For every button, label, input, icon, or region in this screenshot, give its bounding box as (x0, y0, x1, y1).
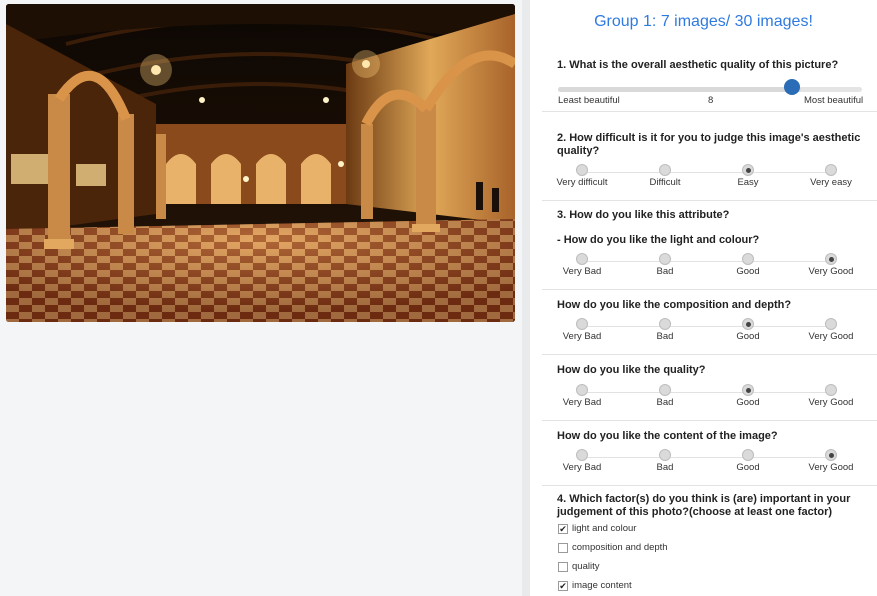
radio-label: Very Bad (562, 331, 602, 342)
radio-option-good[interactable]: Good (708, 384, 788, 408)
radio-option-very-good[interactable]: Very Good (791, 253, 871, 277)
radio-label: Very Good (808, 462, 854, 473)
radio-button[interactable] (659, 384, 671, 396)
survey-photo (6, 4, 515, 322)
radio-button[interactable] (576, 384, 588, 396)
section-divider (542, 111, 877, 112)
content-question: How do you like the content of the image… (557, 430, 778, 442)
slider-min-label: Least beautiful (558, 95, 620, 106)
radio-button[interactable] (576, 318, 588, 330)
checkbox[interactable]: ✔ (558, 524, 568, 534)
radio-option-very-bad[interactable]: Very Bad (542, 253, 622, 277)
radio-option-bad[interactable]: Bad (625, 384, 705, 408)
radio-label: Very difficult (556, 177, 608, 188)
radio-option-very-difficult[interactable]: Very difficult (542, 164, 622, 188)
radio-label: Good (736, 266, 760, 277)
checkbox-label: quality (572, 561, 600, 572)
section-divider (542, 354, 877, 355)
section-divider (542, 485, 877, 486)
radio-option-good[interactable]: Good (708, 318, 788, 342)
radio-button[interactable] (742, 253, 754, 265)
radio-button[interactable] (576, 449, 588, 461)
radio-label: Easy (737, 177, 759, 188)
radio-option-very-good[interactable]: Very Good (791, 318, 871, 342)
radio-button[interactable] (576, 164, 588, 176)
radio-label: Bad (656, 266, 674, 277)
radio-option-good[interactable]: Good (708, 253, 788, 277)
radio-label: Bad (656, 331, 674, 342)
radio-button[interactable] (659, 449, 671, 461)
radio-label: Very Bad (562, 462, 602, 473)
section-divider (542, 420, 877, 421)
checkbox[interactable]: ✔ (558, 581, 568, 591)
radio-button[interactable] (659, 318, 671, 330)
radio-option-very-bad[interactable]: Very Bad (542, 318, 622, 342)
checkbox-label: light and colour (572, 523, 637, 534)
radio-label: Bad (656, 462, 674, 473)
radio-button[interactable] (576, 253, 588, 265)
radio-button[interactable] (825, 164, 837, 176)
light-colour-question: - How do you like the light and colour? (557, 234, 760, 246)
checkbox-label: composition and depth (572, 542, 668, 553)
radio-option-bad[interactable]: Bad (625, 318, 705, 342)
difficulty-radio-group: Very difficult Difficult Easy Very easy (530, 164, 877, 194)
radio-option-very-good[interactable]: Very Good (791, 384, 871, 408)
radio-label: Very Good (808, 266, 854, 277)
quality-radio-group: Very Bad Bad Good Very Good (530, 384, 877, 414)
radio-label: Very Good (808, 331, 854, 342)
radio-option-very-good[interactable]: Very Good (791, 449, 871, 473)
question-4-label: 4. Which factor(s) do you think is (are)… (557, 493, 851, 518)
radio-button[interactable] (742, 318, 754, 330)
checkbox[interactable] (558, 543, 568, 553)
radio-button[interactable] (742, 449, 754, 461)
composition-radio-group: Very Bad Bad Good Very Good (530, 318, 877, 348)
radio-button[interactable] (659, 253, 671, 265)
slider-value-label: 8 (708, 95, 714, 106)
radio-label: Difficult (649, 177, 681, 188)
group-title: Group 1: 7 images/ 30 images! (594, 13, 813, 30)
question-2-label: 2. How difficult is it for you to judge … (557, 132, 861, 157)
aesthetic-slider-track[interactable] (558, 87, 862, 92)
radio-option-difficult[interactable]: Difficult (625, 164, 705, 188)
radio-option-good[interactable]: Good (708, 449, 788, 473)
radio-label: Bad (656, 397, 674, 408)
radio-button[interactable] (825, 384, 837, 396)
radio-label: Very Good (808, 397, 854, 408)
radio-label: Very Bad (562, 266, 602, 277)
radio-label: Good (736, 462, 760, 473)
radio-option-very-bad[interactable]: Very Bad (542, 449, 622, 473)
radio-button[interactable] (825, 449, 837, 461)
aesthetic-slider-fill (558, 87, 802, 92)
question-1-label: 1. What is the overall aesthetic quality… (557, 59, 839, 71)
radio-button[interactable] (742, 384, 754, 396)
radio-label: Very Bad (562, 397, 602, 408)
radio-option-easy[interactable]: Easy (708, 164, 788, 188)
checkbox-label: image content (572, 580, 632, 591)
slider-max-label: Most beautiful (804, 95, 864, 106)
quality-question: How do you like the quality? (557, 364, 706, 376)
radio-button[interactable] (742, 164, 754, 176)
radio-button[interactable] (659, 164, 671, 176)
radio-option-very-bad[interactable]: Very Bad (542, 384, 622, 408)
radio-option-bad[interactable]: Bad (625, 253, 705, 277)
survey-panel: Group 1: 7 images/ 30 images! 1. What is… (530, 0, 877, 596)
aesthetic-slider-thumb[interactable] (784, 79, 801, 95)
radio-option-very-easy[interactable]: Very easy (791, 164, 871, 188)
panel-divider (522, 0, 530, 596)
loggia-photo-image (6, 4, 515, 322)
radio-label: Very easy (810, 177, 852, 188)
radio-label: Good (736, 397, 760, 408)
section-divider (542, 200, 877, 201)
checkbox[interactable] (558, 562, 568, 572)
content-radio-group: Very Bad Bad Good Very Good (530, 449, 877, 479)
composition-question: How do you like the composition and dept… (557, 299, 792, 311)
radio-label: Good (736, 331, 760, 342)
radio-button[interactable] (825, 253, 837, 265)
section-divider (542, 289, 877, 290)
radio-button[interactable] (825, 318, 837, 330)
radio-option-bad[interactable]: Bad (625, 449, 705, 473)
question-3-label: 3. How do you like this attribute? (557, 209, 730, 221)
light-colour-radio-group: Very Bad Bad Good Very Good (530, 253, 877, 283)
